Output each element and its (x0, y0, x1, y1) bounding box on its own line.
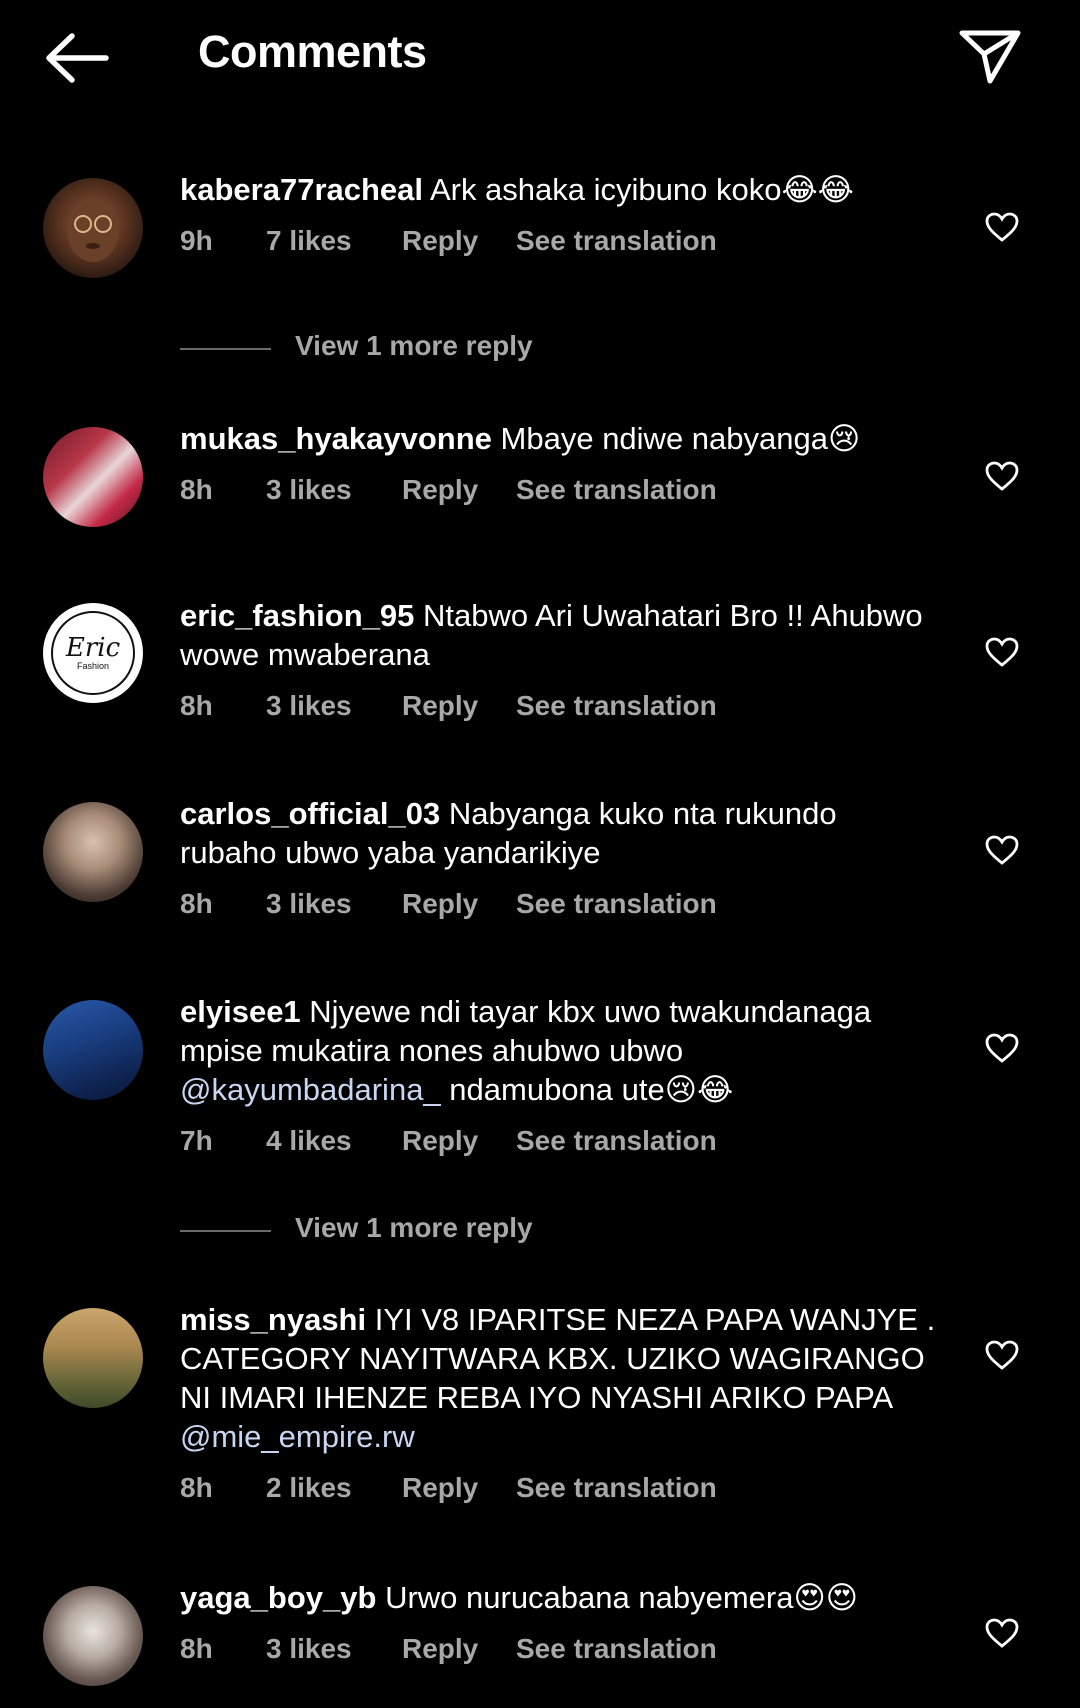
user-mention[interactable]: @kayumbadarina_ (180, 1072, 441, 1107)
reply-button[interactable]: Reply (402, 888, 478, 920)
heart-icon (985, 1340, 1019, 1370)
avatar[interactable] (43, 1308, 143, 1408)
likes-count[interactable]: 7 likes (266, 225, 352, 257)
see-translation-button[interactable]: See translation (516, 690, 717, 722)
arrow-left-icon (46, 33, 109, 83)
comment-text: elyisee1 Njyewe ndi tayar kbx uwo twakun… (180, 992, 940, 1109)
username[interactable]: mukas_hyakayvonne (180, 421, 492, 456)
comment-body-continued: ndamubona ute😢😂 (440, 1072, 734, 1107)
username[interactable]: eric_fashion_95 (180, 598, 414, 633)
back-button[interactable] (40, 24, 114, 92)
see-translation-button[interactable]: See translation (516, 1633, 717, 1665)
avatar[interactable] (43, 1000, 143, 1100)
like-button[interactable] (980, 1611, 1024, 1655)
comment-text: eric_fashion_95 Ntabwo Ari Uwahatari Bro… (180, 596, 940, 674)
avatar[interactable] (43, 178, 143, 278)
likes-count[interactable]: 2 likes (266, 1472, 352, 1504)
heart-icon (985, 1033, 1019, 1063)
username[interactable]: carlos_official_03 (180, 796, 440, 831)
paper-plane-icon (959, 30, 1021, 84)
timestamp: 8h (180, 690, 213, 721)
divider (180, 1230, 271, 1232)
timestamp: 8h (180, 1633, 213, 1664)
likes-count[interactable]: 3 likes (266, 1633, 352, 1665)
top-bar: Comments (0, 0, 1080, 115)
timestamp: 8h (180, 1472, 213, 1503)
avatar[interactable] (43, 1586, 143, 1686)
avatar[interactable] (43, 802, 143, 902)
heart-icon (985, 461, 1019, 491)
comment-text: carlos_official_03 Nabyanga kuko nta ruk… (180, 794, 940, 872)
reply-button[interactable]: Reply (402, 225, 478, 257)
comment-body: Urwo nurucabana nabyemera😍😍 (385, 1580, 859, 1615)
likes-count[interactable]: 3 likes (266, 474, 352, 506)
reply-button[interactable]: Reply (402, 474, 478, 506)
heart-icon (985, 1618, 1019, 1648)
user-mention[interactable]: @mie_empire.rw (180, 1419, 415, 1454)
see-translation-button[interactable]: See translation (516, 1472, 717, 1504)
comment-text: mukas_hyakayvonne Mbaye ndiwe nabyanga😢 (180, 419, 940, 458)
comment-body: Mbaye ndiwe nabyanga😢 (500, 421, 861, 456)
username[interactable]: elyisee1 (180, 994, 301, 1029)
comment-text: miss_nyashi IYI V8 IPARITSE NEZA PAPA WA… (180, 1300, 940, 1456)
like-button[interactable] (980, 205, 1024, 249)
like-button[interactable] (980, 1333, 1024, 1377)
see-translation-button[interactable]: See translation (516, 888, 717, 920)
username[interactable]: kabera77racheal (180, 172, 423, 207)
like-button[interactable] (980, 454, 1024, 498)
username[interactable]: yaga_boy_yb (180, 1580, 376, 1615)
likes-count[interactable]: 3 likes (266, 888, 352, 920)
view-more-replies-label: View 1 more reply (295, 1212, 533, 1243)
share-button[interactable] (954, 22, 1026, 92)
see-translation-button[interactable]: See translation (516, 474, 717, 506)
view-more-replies-label: View 1 more reply (295, 330, 533, 361)
view-more-replies[interactable]: View 1 more reply (180, 330, 580, 370)
like-button[interactable] (980, 828, 1024, 872)
divider (180, 348, 271, 350)
like-button[interactable] (980, 1026, 1024, 1070)
timestamp: 8h (180, 888, 213, 919)
heart-icon (985, 835, 1019, 865)
reply-button[interactable]: Reply (402, 1125, 478, 1157)
reply-button[interactable]: Reply (402, 1633, 478, 1665)
timestamp: 9h (180, 225, 213, 256)
avatar-logo: Eric Fashion (51, 611, 135, 695)
comment-text: yaga_boy_yb Urwo nurucabana nabyemera😍😍 (180, 1578, 940, 1617)
avatar[interactable] (43, 427, 143, 527)
heart-icon (985, 637, 1019, 667)
like-button[interactable] (980, 630, 1024, 674)
reply-button[interactable]: Reply (402, 1472, 478, 1504)
reply-button[interactable]: Reply (402, 690, 478, 722)
username[interactable]: miss_nyashi (180, 1302, 366, 1337)
timestamp: 7h (180, 1125, 213, 1156)
see-translation-button[interactable]: See translation (516, 225, 717, 257)
comment-text: kabera77racheal Ark ashaka icyibuno koko… (180, 170, 940, 209)
comment-body: Ark ashaka icyibuno koko😂😂 (429, 172, 854, 207)
likes-count[interactable]: 4 likes (266, 1125, 352, 1157)
page-title: Comments (198, 26, 427, 77)
heart-icon (985, 212, 1019, 242)
timestamp: 8h (180, 474, 213, 505)
likes-count[interactable]: 3 likes (266, 690, 352, 722)
see-translation-button[interactable]: See translation (516, 1125, 717, 1157)
view-more-replies[interactable]: View 1 more reply (180, 1212, 580, 1252)
avatar[interactable]: Eric Fashion (43, 603, 143, 703)
